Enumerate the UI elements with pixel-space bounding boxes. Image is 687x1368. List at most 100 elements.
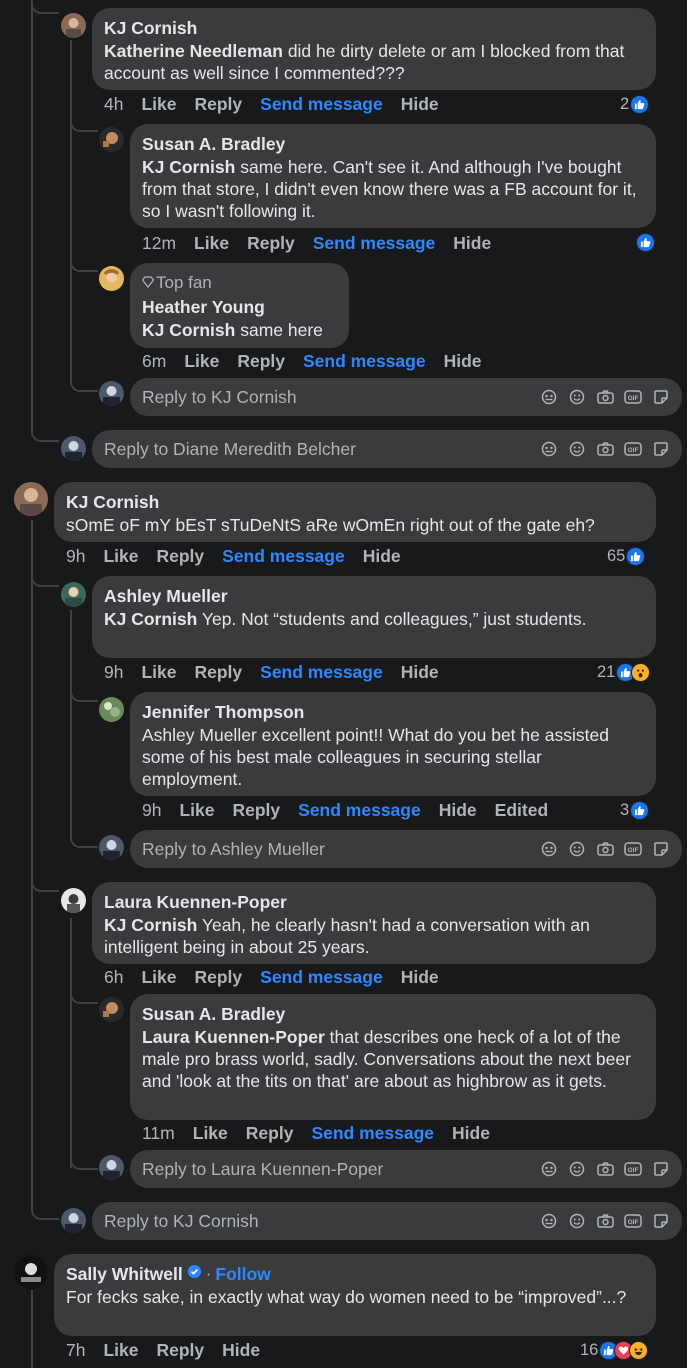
sticker-icon[interactable] (540, 440, 558, 458)
sticker-square-icon[interactable] (652, 840, 670, 858)
comment-author[interactable]: KJ Cornish (66, 490, 644, 514)
avatar[interactable] (61, 13, 86, 38)
reply-input[interactable]: Reply to Laura Kuennen-Poper GIF (130, 1150, 682, 1188)
timestamp[interactable]: 4h (104, 94, 123, 115)
timestamp[interactable]: 9h (142, 800, 161, 821)
like-button[interactable]: Like (194, 233, 229, 254)
mention[interactable]: KJ Cornish (142, 320, 235, 340)
send-message-button[interactable]: Send message (313, 233, 436, 254)
gif-icon[interactable]: GIF (624, 388, 642, 406)
reply-button[interactable]: Reply (195, 662, 243, 683)
emoji-icon[interactable] (568, 1212, 586, 1230)
hide-button[interactable]: Hide (222, 1340, 260, 1361)
reply-input[interactable]: Reply to KJ Cornish GIF (92, 1202, 682, 1240)
like-button[interactable]: Like (103, 546, 138, 567)
hide-button[interactable]: Hide (401, 94, 439, 115)
emoji-icon[interactable] (568, 840, 586, 858)
avatar[interactable] (99, 266, 124, 291)
reply-button[interactable]: Reply (247, 233, 295, 254)
sticker-icon[interactable] (540, 1212, 558, 1230)
edited-label[interactable]: Edited (495, 800, 548, 821)
sticker-square-icon[interactable] (652, 1212, 670, 1230)
like-button[interactable]: Like (103, 1340, 138, 1361)
reply-input[interactable]: Reply to Ashley Mueller GIF (130, 830, 682, 868)
comment-author[interactable]: Heather Young (142, 295, 337, 319)
avatar[interactable] (61, 582, 86, 607)
mention[interactable]: Katherine Needleman (104, 41, 283, 61)
send-message-button[interactable]: Send message (311, 1123, 434, 1144)
reply-button[interactable]: Reply (233, 800, 281, 821)
sticker-icon[interactable] (540, 1160, 558, 1178)
hide-button[interactable]: Hide (453, 233, 491, 254)
gif-icon[interactable]: GIF (624, 840, 642, 858)
hide-button[interactable]: Hide (401, 662, 439, 683)
avatar[interactable] (99, 127, 124, 152)
comment-author[interactable]: Sally Whitwell (66, 1262, 183, 1286)
reply-button[interactable]: Reply (237, 351, 285, 372)
emoji-icon[interactable] (568, 440, 586, 458)
sticker-square-icon[interactable] (652, 388, 670, 406)
reply-button[interactable]: Reply (157, 546, 205, 567)
mention[interactable]: KJ Cornish (104, 609, 197, 629)
reaction-count[interactable] (636, 233, 655, 252)
comment-author[interactable]: Jennifer Thompson (142, 700, 644, 724)
timestamp[interactable]: 11m (142, 1123, 175, 1144)
reaction-count[interactable]: 16 (580, 1341, 649, 1360)
hide-button[interactable]: Hide (452, 1123, 490, 1144)
like-button[interactable]: Like (193, 1123, 228, 1144)
send-message-button[interactable]: Send message (298, 800, 421, 821)
reply-button[interactable]: Reply (157, 1340, 205, 1361)
comment-author[interactable]: Susan A. Bradley (142, 1002, 644, 1026)
like-button[interactable]: Like (141, 662, 176, 683)
avatar[interactable] (61, 888, 86, 913)
sticker-square-icon[interactable] (652, 440, 670, 458)
hide-button[interactable]: Hide (439, 800, 477, 821)
sticker-square-icon[interactable] (652, 1160, 670, 1178)
gif-icon[interactable]: GIF (624, 440, 642, 458)
like-button[interactable]: Like (184, 351, 219, 372)
follow-button[interactable]: Follow (215, 1264, 270, 1285)
like-button[interactable]: Like (141, 967, 176, 988)
timestamp[interactable]: 7h (66, 1340, 85, 1361)
send-message-button[interactable]: Send message (260, 967, 383, 988)
send-message-button[interactable]: Send message (260, 94, 383, 115)
comment-author[interactable]: KJ Cornish (104, 16, 644, 40)
camera-icon[interactable] (596, 1212, 614, 1230)
camera-icon[interactable] (596, 388, 614, 406)
comment-author[interactable]: Ashley Mueller (104, 584, 644, 608)
reply-input[interactable]: Reply to Diane Meredith Belcher GIF (92, 430, 682, 468)
avatar[interactable] (14, 1255, 48, 1289)
sticker-icon[interactable] (540, 840, 558, 858)
comment-author[interactable]: Laura Kuennen-Poper (104, 890, 644, 914)
like-button[interactable]: Like (141, 94, 176, 115)
send-message-button[interactable]: Send message (222, 546, 345, 567)
send-message-button[interactable]: Send message (303, 351, 426, 372)
sticker-icon[interactable] (540, 388, 558, 406)
reply-input[interactable]: Reply to KJ Cornish GIF (130, 378, 682, 416)
timestamp[interactable]: 6m (142, 351, 166, 372)
reaction-count[interactable]: 21 (597, 663, 651, 682)
reply-button[interactable]: Reply (195, 94, 243, 115)
reply-button[interactable]: Reply (195, 967, 243, 988)
avatar[interactable] (14, 482, 48, 516)
timestamp[interactable]: 6h (104, 967, 123, 988)
like-button[interactable]: Like (179, 800, 214, 821)
gif-icon[interactable]: GIF (624, 1160, 642, 1178)
hide-button[interactable]: Hide (363, 546, 401, 567)
reaction-count[interactable]: 2 (620, 95, 650, 114)
timestamp[interactable]: 9h (66, 546, 85, 567)
timestamp[interactable]: 9h (104, 662, 123, 683)
camera-icon[interactable] (596, 840, 614, 858)
reaction-count[interactable]: 65 (607, 547, 646, 566)
hide-button[interactable]: Hide (444, 351, 482, 372)
camera-icon[interactable] (596, 440, 614, 458)
avatar[interactable] (99, 997, 124, 1022)
reply-button[interactable]: Reply (246, 1123, 294, 1144)
reaction-count[interactable]: 3 (620, 801, 650, 820)
avatar[interactable] (99, 697, 124, 722)
mention[interactable]: Laura Kuennen-Poper (142, 1027, 325, 1047)
hide-button[interactable]: Hide (401, 967, 439, 988)
camera-icon[interactable] (596, 1160, 614, 1178)
emoji-icon[interactable] (568, 388, 586, 406)
mention[interactable]: KJ Cornish (104, 915, 197, 935)
